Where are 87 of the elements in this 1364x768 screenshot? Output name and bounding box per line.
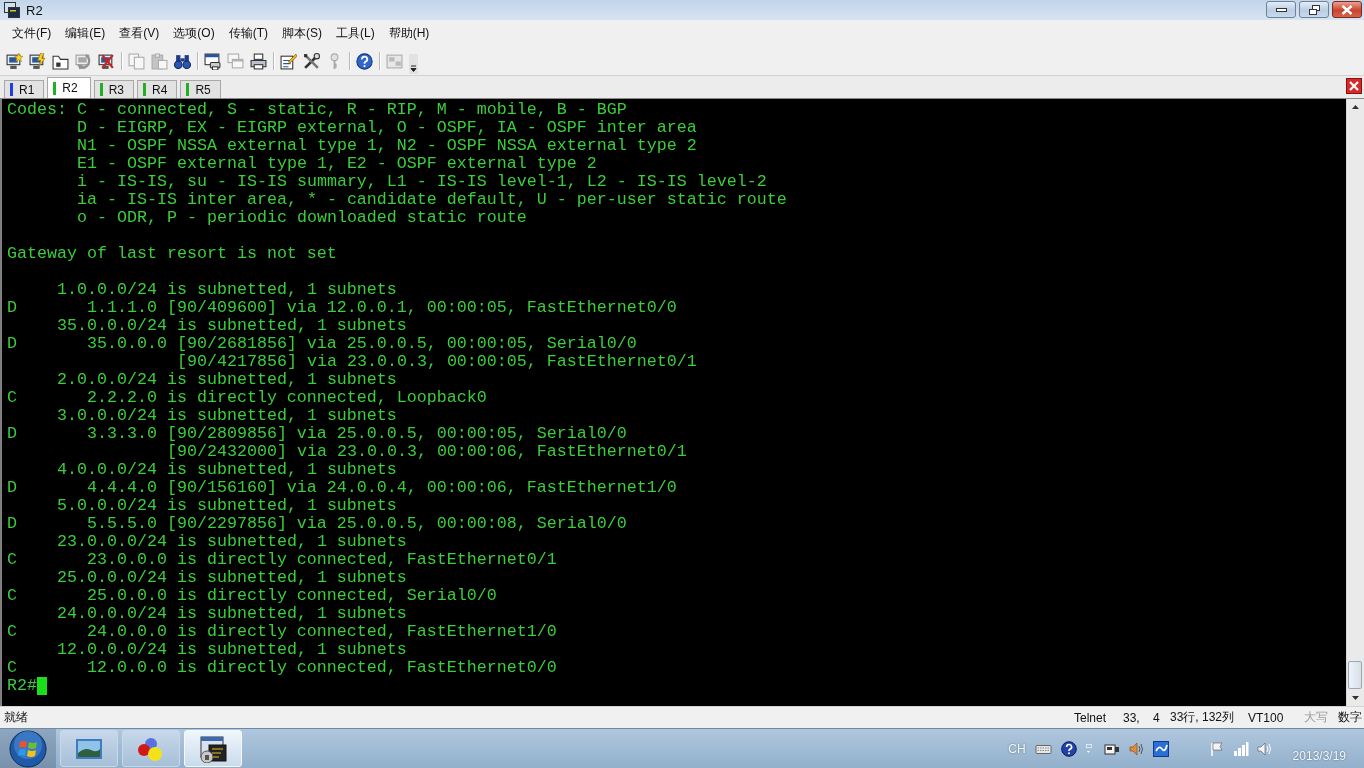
- help-icon[interactable]: [356, 52, 373, 70]
- start-button[interactable]: [0, 729, 56, 768]
- terminal-line: C 25.0.0.0 is directly connected, Serial0/0: [7, 587, 497, 605]
- terminal-line: 1.0.0.0/24 is subnetted, 1 subnets: [57, 281, 397, 299]
- session-tab[interactable]: R1: [4, 80, 45, 98]
- terminal-line: o - ODR, P - periodic downloaded static route: [77, 209, 527, 227]
- terminal-line: 2.0.0.0/24 is subnetted, 1 subnets: [57, 371, 397, 389]
- cursor-row-label: 33,: [1123, 710, 1141, 725]
- terminal-window-icon: [4, 2, 20, 18]
- terminal-line: C 2.2.2.0 is directly connected, Loopback0: [7, 389, 487, 407]
- printer-icon[interactable]: [250, 52, 267, 70]
- protocol-label: Telnet: [1074, 710, 1108, 725]
- menu-item[interactable]: 脚本(S): [275, 23, 329, 44]
- terminal-line: N1 - OSPF NSSA external type 1, N2 - OSPF NSSA external type 2: [77, 137, 697, 155]
- volume-icon[interactable]: [1256, 740, 1273, 757]
- terminal-line: 25.0.0.0/24 is subnetted, 1 subnets: [57, 569, 407, 587]
- menu-item[interactable]: 文件(F): [5, 23, 59, 44]
- terminal-lock-icon: [197, 734, 229, 763]
- monitor-cross-icon[interactable]: [98, 52, 115, 70]
- terminal-line: [90/2432000] via 23.0.0.3, 00:00:06, FastEthernet0/1: [167, 443, 687, 461]
- restore-icon: [1308, 4, 1320, 15]
- emulation-label: VT100: [1248, 710, 1285, 725]
- tab-label: R1: [19, 82, 35, 97]
- close-button[interactable]: [1332, 1, 1362, 18]
- menu-item[interactable]: 编辑(E): [58, 23, 113, 44]
- terminal-line: C 23.0.0.0 is directly connected, FastEthernet0/1: [7, 551, 557, 569]
- terminal-line: D 4.4.4.0 [90/156160] via 24.0.0.4, 00:00:06, FastEthernet1/0: [7, 479, 677, 497]
- terminal-line: 3.0.0.0/24 is subnetted, 1 subnets: [57, 407, 397, 425]
- menu-item[interactable]: 选项(O): [166, 23, 222, 44]
- terminal-line: ia - IS-IS inter area, * - candidate default, U - per-user static route: [77, 191, 787, 209]
- window-title: R2: [26, 2, 43, 18]
- terminal-line: 35.0.0.0/24 is subnetted, 1 subnets: [57, 317, 407, 335]
- binoculars-icon[interactable]: [174, 52, 191, 70]
- session-tab[interactable]: R3: [93, 80, 135, 98]
- menu-item[interactable]: 传输(T): [221, 23, 275, 44]
- terminal-line: D 1.1.1.0 [90/409600] via 12.0.0.1, 00:00:05, FastEthernet0/0: [7, 299, 677, 317]
- menu-item[interactable]: 查看(V): [112, 23, 167, 44]
- flag-icon[interactable]: [1208, 740, 1225, 757]
- minimize-icon: [1275, 7, 1287, 12]
- terminal-size-label: 33行, 132列: [1170, 709, 1236, 726]
- monitor-bolt-icon[interactable]: [29, 52, 46, 70]
- terminal-line: 12.0.0.0/24 is subnetted, 1 subnets: [57, 641, 407, 659]
- terminal-line: D 5.5.5.0 [90/2297856] via 25.0.0.5, 00:00:08, Serial0/0: [7, 515, 627, 533]
- cursor-icon: [37, 677, 47, 695]
- tab-label: R2: [62, 81, 78, 95]
- scrollbar[interactable]: [1346, 99, 1364, 706]
- session-tab[interactable]: R2: [47, 77, 91, 98]
- monitor-star-icon[interactable]: [6, 52, 23, 70]
- terminal-line: D - EIGRP, EX - EIGRP external, O - OSPF, IA - OSPF inter area: [77, 119, 697, 137]
- terminal-line: C 12.0.0.0 is directly connected, FastEthernet0/0: [7, 659, 557, 677]
- status-message: 就绪: [4, 709, 28, 726]
- menu-item[interactable]: 帮助(H): [381, 23, 437, 44]
- terminal-prompt: R2#: [7, 677, 37, 695]
- terminal-line: E1 - OSPF external type 1, E2 - OSPF external type 2: [77, 155, 597, 173]
- close-icon: [1341, 4, 1353, 15]
- terminal-line: i - IS-IS, su - IS-IS summary, L1 - IS-IS level-1, L2 - IS-IS level-2: [77, 173, 767, 191]
- scrollbar-thumb[interactable]: [1348, 661, 1362, 689]
- session-tab[interactable]: R5: [180, 80, 221, 98]
- help-icon[interactable]: [1060, 740, 1077, 757]
- tab-label: R3: [108, 82, 125, 97]
- terminal-line: C 24.0.0.0 is directly connected, FastEthernet1/0: [7, 623, 557, 641]
- restore-button[interactable]: [1299, 1, 1329, 18]
- terminal-line: 24.0.0.0/24 is subnetted, 1 subnets: [57, 605, 407, 623]
- terminal-line: D 3.3.3.0 [90/2809856] via 25.0.0.5, 00:00:05, Serial0/0: [7, 425, 627, 443]
- tab-label: R4: [152, 82, 168, 97]
- lock-indicator: 大写: [1304, 709, 1329, 726]
- document-pencil-icon[interactable]: [280, 52, 297, 70]
- tools-icon[interactable]: [303, 52, 320, 70]
- overflow-caret-icon[interactable]: [409, 54, 418, 74]
- terminal-line: Codes: C - connected, S - static, R - RIP, M - mobile, B - BGP: [7, 101, 627, 119]
- cursor-column-label: 4: [1153, 710, 1161, 725]
- terminal-line: 23.0.0.0/24 is subnetted, 1 subnets: [57, 533, 407, 551]
- terminal-line: 5.0.0.0/24 is subnetted, 1 subnets: [57, 497, 397, 515]
- close-tab-icon[interactable]: [1346, 78, 1362, 94]
- window-printer-icon[interactable]: [204, 52, 221, 70]
- terminal-line: Gateway of last resort is not set: [7, 245, 337, 263]
- terminal-line: 4.0.0.0/24 is subnetted, 1 subnets: [57, 461, 397, 479]
- app-icon[interactable]: [1152, 740, 1169, 757]
- speaker-icon[interactable]: [1128, 740, 1145, 757]
- windows-logo-icon: [9, 729, 47, 768]
- terminal-line: [90/4217856] via 23.0.0.3, 00:00:05, FastEthernet0/1: [177, 353, 697, 371]
- tab-label: R5: [195, 82, 211, 97]
- terminal-line: D 35.0.0.0 [90/2681856] via 25.0.0.5, 00:00:05, Serial0/0: [7, 335, 637, 353]
- menu-item[interactable]: 工具(L): [329, 23, 382, 44]
- session-tab[interactable]: R4: [137, 80, 178, 98]
- lock-indicator: 数字: [1338, 709, 1363, 726]
- minimize-button[interactable]: [1266, 1, 1296, 18]
